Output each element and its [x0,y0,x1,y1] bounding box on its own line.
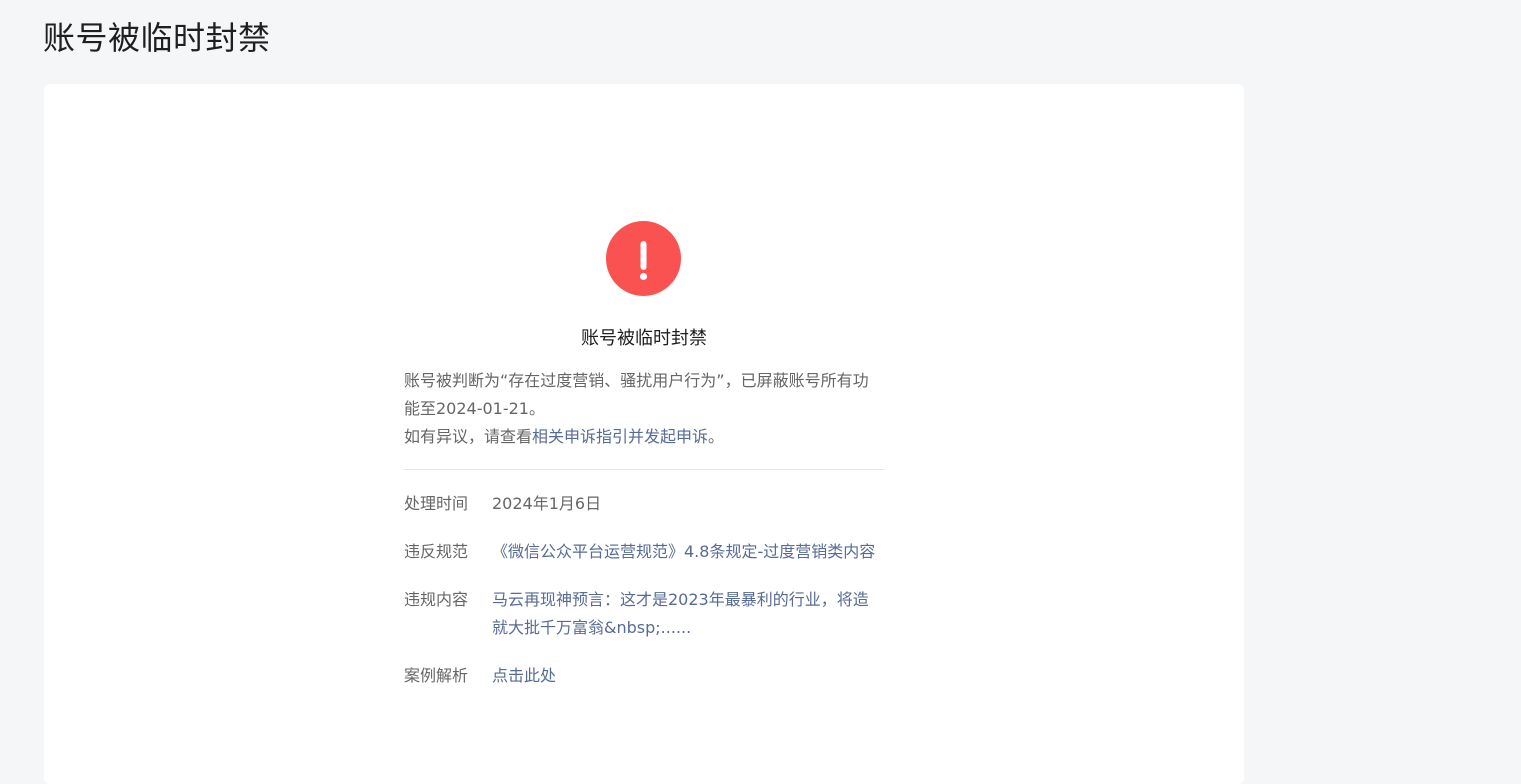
violated-rule-link[interactable]: 《微信公众平台运营规范》4.8条规定-过度营销类内容 [492,538,884,566]
detail-list: 处理时间 2024年1月6日 违反规范 《微信公众平台运营规范》4.8条规定-过… [404,490,884,710]
detail-row-case: 案例解析 点击此处 [404,662,884,690]
appeal-suffix: 。 [708,427,725,446]
detail-label: 违规内容 [404,590,469,609]
page-title: 账号被临时封禁 [43,19,271,57]
violating-content-link[interactable]: 马云再现神预言：这才是2023年最暴利的行业，将造就大批千万富翁&nbsp;..… [492,586,884,642]
appeal-text: 如有异议，请查看相关申诉指引并发起申诉。 [404,423,884,451]
appeal-prefix: 如有异议，请查看 [404,427,533,446]
detail-label: 案例解析 [404,666,469,685]
detail-label: 违反规范 [404,542,469,561]
detail-row-rule: 违反规范 《微信公众平台运营规范》4.8条规定-过度营销类内容 [404,538,884,566]
detail-row-content: 违规内容 马云再现神预言：这才是2023年最暴利的行业，将造就大批千万富翁&nb… [404,586,884,642]
detail-row-time: 处理时间 2024年1月6日 [404,490,884,518]
detail-label: 处理时间 [404,494,469,513]
appeal-guide-link[interactable]: 相关申诉指引并发起申诉 [532,427,708,446]
divider [404,469,884,470]
exclamation-circle-icon [606,221,681,296]
ban-reason-text: 账号被判断为“存在过度营销、骚扰用户行为”，已屏蔽账号所有功能至2024-01-… [404,371,869,418]
result-description: 账号被判断为“存在过度营销、骚扰用户行为”，已屏蔽账号所有功能至2024-01-… [404,367,884,451]
case-analysis-link[interactable]: 点击此处 [492,662,884,690]
result-title: 账号被临时封禁 [581,328,707,349]
process-time-value: 2024年1月6日 [492,494,602,513]
result-card: 账号被临时封禁 账号被判断为“存在过度营销、骚扰用户行为”，已屏蔽账号所有功能至… [44,84,1244,784]
